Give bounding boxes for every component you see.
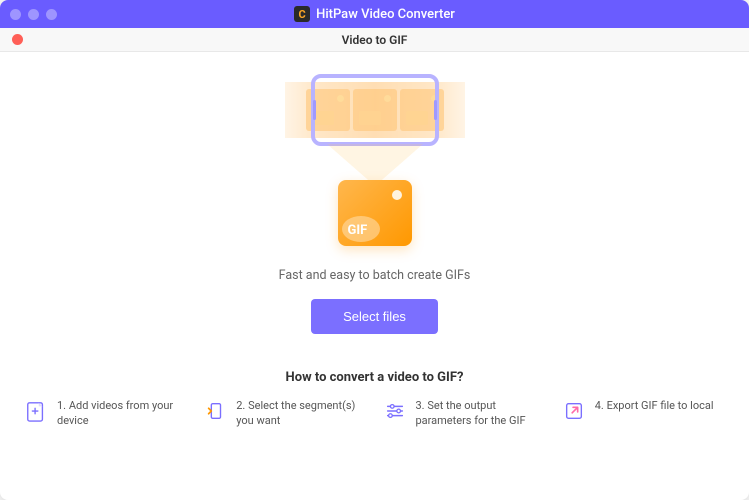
- titlebar-minimize-button[interactable]: [28, 9, 39, 20]
- gif-card-icon: GIF: [338, 180, 412, 246]
- howto-steps: 1. Add videos from your device 2. Select…: [0, 399, 749, 447]
- tagline: Fast and easy to batch create GIFs: [279, 268, 471, 283]
- traffic-lights: [10, 9, 57, 20]
- titlebar-maximize-button[interactable]: [46, 9, 57, 20]
- subheader-title: Video to GIF: [342, 33, 408, 47]
- app-title: HitPaw Video Converter: [316, 7, 455, 22]
- main-content: GIF Fast and easy to batch create GIFs S…: [0, 52, 749, 500]
- step-2: 2. Select the segment(s) you want: [203, 399, 366, 429]
- export-icon: [562, 399, 586, 423]
- add-file-icon: [24, 399, 48, 423]
- device-frame-icon: [311, 74, 439, 146]
- app-title-wrap: C HitPaw Video Converter: [294, 6, 455, 22]
- select-files-button[interactable]: Select files: [311, 299, 438, 334]
- app-logo-icon: C: [294, 6, 310, 22]
- howto-title: How to convert a video to GIF?: [286, 370, 464, 385]
- filmstrip-container: [275, 74, 475, 146]
- step-text: 4. Export GIF file to local: [595, 399, 714, 414]
- app-window: C HitPaw Video Converter Video to GIF GI…: [0, 0, 749, 500]
- step-text: 2. Select the segment(s) you want: [236, 399, 366, 429]
- settings-sliders-icon: [383, 399, 407, 423]
- step-1: 1. Add videos from your device: [24, 399, 187, 429]
- step-4: 4. Export GIF file to local: [562, 399, 725, 429]
- step-text: 3. Set the output parameters for the GIF: [416, 399, 546, 429]
- gif-label: GIF: [348, 223, 368, 238]
- step-3: 3. Set the output parameters for the GIF: [383, 399, 546, 429]
- titlebar: C HitPaw Video Converter: [0, 0, 749, 28]
- titlebar-close-button[interactable]: [10, 9, 21, 20]
- hero-graphic: GIF: [275, 74, 475, 254]
- subheader: Video to GIF: [0, 28, 749, 52]
- close-button[interactable]: [12, 34, 23, 45]
- step-text: 1. Add videos from your device: [57, 399, 187, 429]
- segment-icon: [203, 399, 227, 423]
